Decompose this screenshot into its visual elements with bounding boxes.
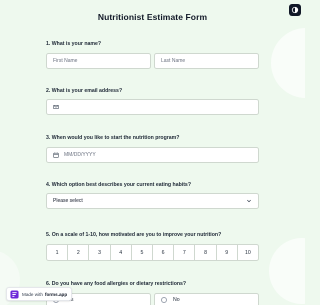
last-name-placeholder: Last Name: [161, 58, 186, 64]
select-value: Please select: [53, 198, 83, 204]
form-page: Nutritionist Estimate Form 1. What is yo…: [0, 0, 305, 305]
scale-option-5[interactable]: 5: [132, 245, 154, 260]
start-date-input[interactable]: MM/DD/YYYY: [46, 147, 259, 163]
chevron-down-icon: [247, 199, 251, 203]
allergy-option-no-label: No: [173, 297, 180, 303]
scale-option-8[interactable]: 8: [195, 245, 217, 260]
scale-option-6[interactable]: 6: [153, 245, 175, 260]
question-5-label: 5. On a scale of 1-10, how motivated are…: [46, 232, 222, 238]
form-title: Nutritionist Estimate Form: [97, 12, 208, 22]
made-with-badge[interactable]: Made with forms.app: [6, 287, 73, 301]
decorative-circle: [269, 238, 305, 304]
date-placeholder: MM/DD/YYYY: [64, 152, 96, 158]
scale-option-4[interactable]: 4: [111, 245, 132, 260]
first-name-placeholder: First Name: [53, 58, 78, 64]
forms-app-logo-icon: [10, 289, 19, 299]
email-input[interactable]: [46, 99, 259, 115]
scale-option-10[interactable]: 10: [238, 245, 258, 260]
first-name-input[interactable]: First Name: [46, 53, 151, 69]
question-3-label: 3. When would you like to start the nutr…: [46, 135, 180, 141]
radio-circle: [161, 297, 167, 303]
made-with-brand: forms.app: [44, 291, 68, 297]
motivation-scale: 1 2 3 4 5 6 7 8 9 10: [46, 244, 259, 261]
calendar-icon: [53, 152, 59, 158]
scale-option-1[interactable]: 1: [47, 245, 69, 260]
scale-option-3[interactable]: 3: [89, 245, 111, 260]
scale-option-2[interactable]: 2: [68, 245, 90, 260]
allergy-option-no[interactable]: No: [154, 293, 259, 305]
question-4-label: 4. Which option best describes your curr…: [46, 182, 191, 188]
last-name-input[interactable]: Last Name: [154, 53, 259, 69]
question-2-label: 2. What is your email address?: [46, 88, 123, 94]
decorative-circle: [271, 28, 305, 98]
scale-option-7[interactable]: 7: [174, 245, 196, 260]
eating-habits-select[interactable]: Please select: [46, 193, 259, 209]
question-1-label: 1. What is your name?: [46, 41, 102, 47]
scale-option-9[interactable]: 9: [217, 245, 238, 260]
envelope-icon: [53, 105, 59, 109]
made-with-prefix: Made with: [22, 291, 43, 297]
